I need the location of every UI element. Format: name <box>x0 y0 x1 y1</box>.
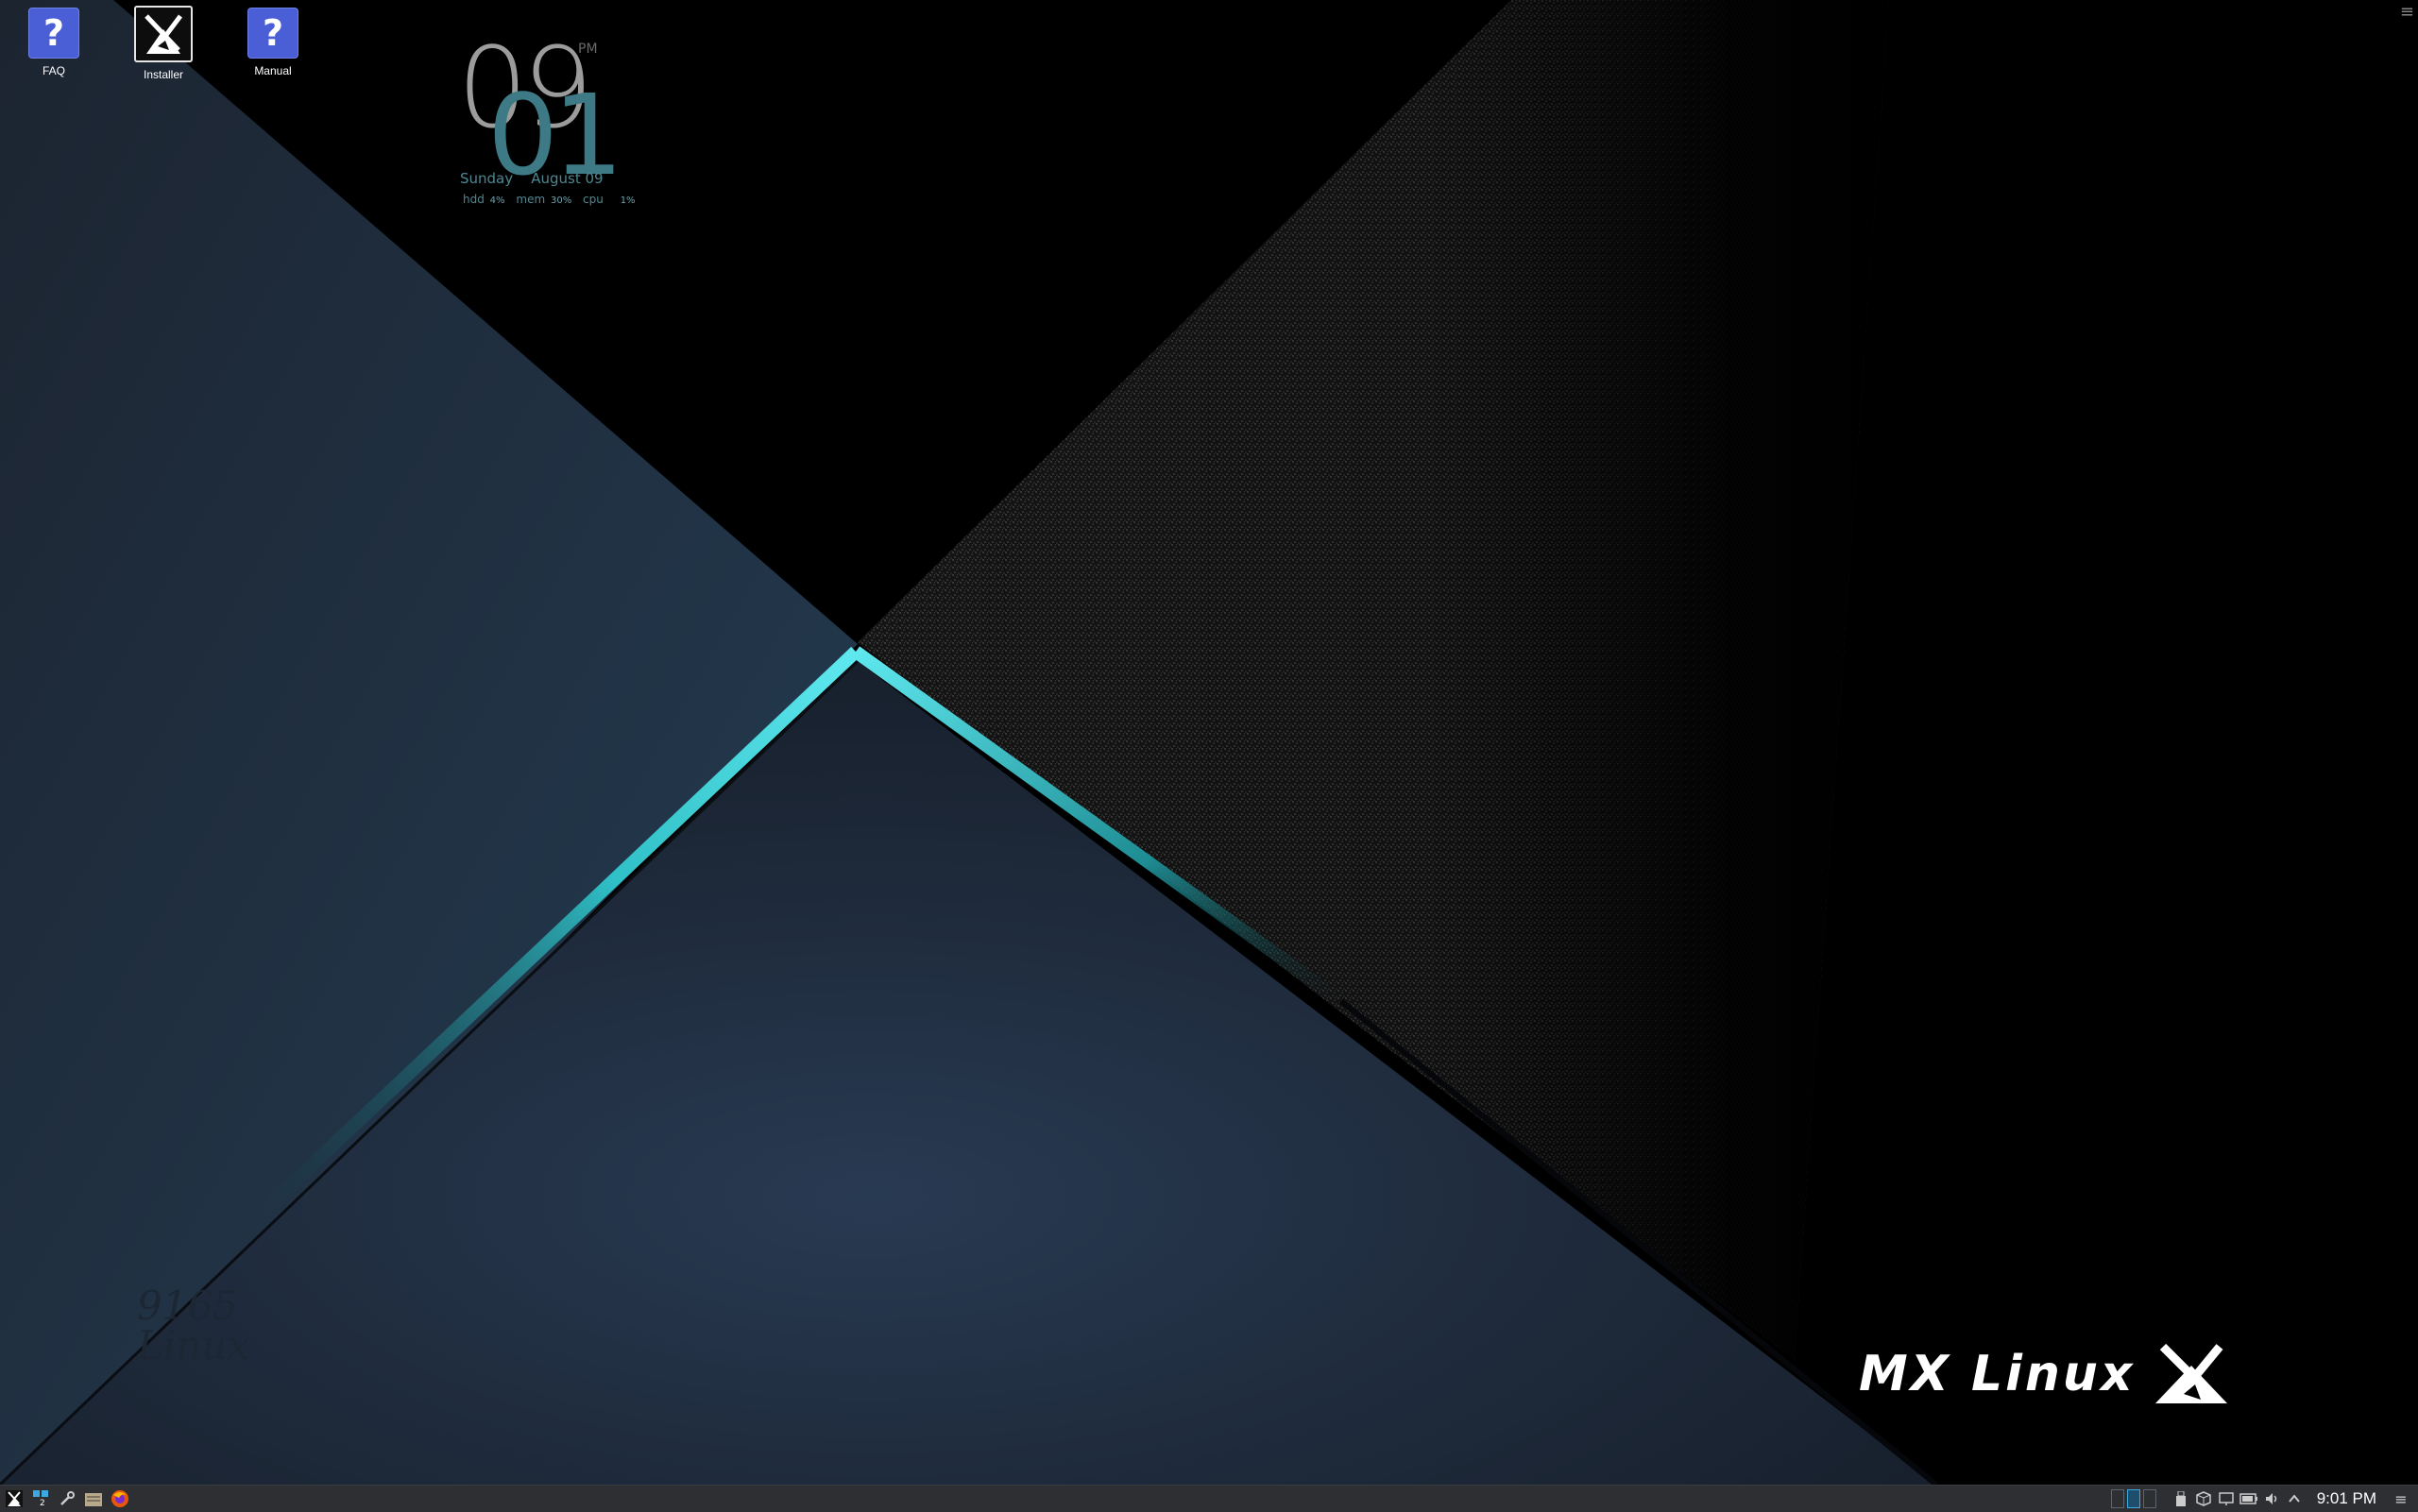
clock-date: Sunday August 09 <box>460 170 604 187</box>
mx-linux-logo: MX Linux <box>1859 1343 2231 1405</box>
volume-icon[interactable] <box>2262 1489 2281 1508</box>
cpu-value: 1% <box>620 195 636 206</box>
faint-logo-line2: Linux <box>137 1322 250 1368</box>
svg-text:?: ? <box>263 13 283 53</box>
panel-menu-icon[interactable]: ≡ <box>2392 1489 2410 1508</box>
clock-date-text: August 09 <box>531 170 604 187</box>
taskbar: 2 9:01 PM ≡ <box>0 1485 2418 1512</box>
package-icon[interactable] <box>2194 1489 2213 1508</box>
desktop-icon-faq[interactable]: ? FAQ <box>11 8 96 77</box>
mx-logo-icon <box>2155 1343 2228 1403</box>
help-icon: ? <box>28 8 79 59</box>
workspace-2[interactable] <box>2126 1489 2140 1508</box>
hdd-label: hdd <box>463 193 485 206</box>
hdd-value: 4% <box>489 195 505 206</box>
faint-logo-line1: 9165 <box>137 1283 238 1329</box>
workspace-count: 2 <box>40 1499 45 1508</box>
cpu-label: cpu <box>583 193 604 206</box>
mx-installer-icon <box>134 6 193 62</box>
window-menu-icon[interactable]: ≡ <box>2400 2 2414 22</box>
help-icon: ? <box>247 8 298 59</box>
mx-menu-icon[interactable] <box>2 1487 26 1510</box>
conky-clock-widget: 09 01 PM Sunday August 09 hdd 4% mem 30%… <box>451 32 640 212</box>
workspace-1[interactable] <box>2110 1489 2124 1508</box>
desktop-icon-label: Manual <box>254 64 292 77</box>
brand-text: MX Linux <box>1859 1346 2136 1402</box>
workspace-pager[interactable] <box>2110 1489 2156 1508</box>
faint-logo-watermark: 9165 Linux <box>137 1286 249 1366</box>
workspace-switcher-icon[interactable]: 2 <box>28 1487 53 1510</box>
workspace-3[interactable] <box>2142 1489 2156 1508</box>
tools-icon[interactable] <box>55 1487 79 1510</box>
clock-day: Sunday <box>460 170 514 187</box>
desktop-icon-manual[interactable]: ? Manual <box>230 8 315 77</box>
expand-tray-icon[interactable] <box>2285 1489 2304 1508</box>
desktop-icon-label: FAQ <box>42 64 65 77</box>
clock-ampm: PM <box>578 42 598 57</box>
display-icon[interactable] <box>2217 1489 2236 1508</box>
firefox-icon[interactable] <box>108 1487 132 1510</box>
mem-value: 30% <box>550 195 572 206</box>
system-stats: hdd 4% mem 30% cpu 1% <box>463 193 643 206</box>
desktop-icon-installer[interactable]: Installer <box>121 6 206 81</box>
desktop-icon-label: Installer <box>143 68 184 81</box>
file-manager-icon[interactable] <box>81 1487 106 1510</box>
battery-icon[interactable] <box>2239 1489 2258 1508</box>
desktop-wallpaper <box>0 0 2418 1511</box>
mem-label: mem <box>516 193 546 206</box>
svg-text:?: ? <box>43 13 64 53</box>
usb-icon[interactable] <box>2171 1489 2190 1508</box>
taskbar-clock[interactable]: 9:01 PM <box>2317 1489 2376 1508</box>
